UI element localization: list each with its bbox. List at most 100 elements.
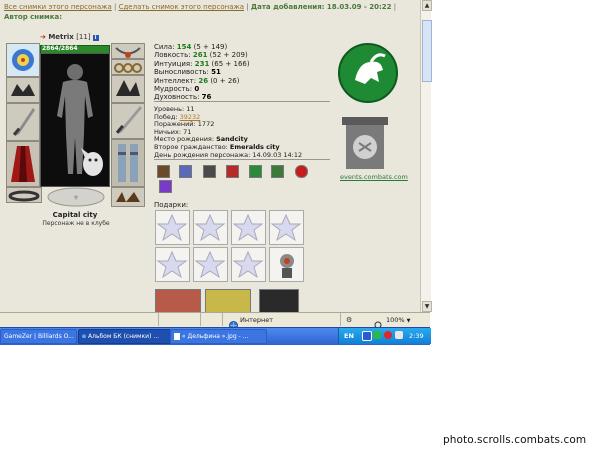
stat-value: 0 bbox=[194, 85, 200, 94]
svg-text:⚜: ⚜ bbox=[73, 194, 79, 202]
tray-icon[interactable] bbox=[373, 331, 381, 339]
city-emblem: ⚜ bbox=[46, 186, 106, 208]
helmet-slot[interactable] bbox=[6, 43, 40, 77]
ie-icon: e bbox=[82, 333, 87, 340]
header-separator: | bbox=[391, 3, 397, 11]
take-snapshot-link[interactable]: Сделать снимок этого персонажа bbox=[119, 3, 245, 11]
boots-slot[interactable] bbox=[111, 139, 145, 187]
owl-icon bbox=[81, 148, 103, 176]
taskbar-button-active[interactable]: e Альбом БК (снимки) ... bbox=[78, 329, 171, 344]
star-gift-icon bbox=[194, 213, 226, 242]
character-info: Уровень: 11 Побед: 39232 Поражений: 1772… bbox=[154, 105, 344, 159]
header-separator: | bbox=[244, 3, 251, 11]
guild-link[interactable]: events.combats.com bbox=[340, 173, 408, 181]
guild-emblem bbox=[334, 115, 396, 173]
goat-emblem-icon bbox=[338, 43, 398, 103]
gift-item[interactable] bbox=[155, 210, 190, 245]
stat-intuition: Интуиция: 231 (65 + 166) bbox=[154, 60, 334, 68]
red-arrow-icon: ➔ bbox=[40, 33, 46, 41]
star-gift-icon bbox=[156, 213, 188, 242]
statue-gift-icon bbox=[280, 254, 294, 278]
boots-icon bbox=[116, 192, 140, 202]
gift-item[interactable] bbox=[231, 210, 266, 245]
badge-icon[interactable] bbox=[157, 165, 170, 178]
sword-icon bbox=[115, 106, 142, 134]
badge-icon[interactable] bbox=[295, 165, 308, 178]
gloves-icon bbox=[11, 84, 35, 96]
security-zone: Интернет bbox=[240, 316, 274, 324]
tray-icon[interactable] bbox=[384, 331, 392, 339]
belt-slot[interactable] bbox=[6, 187, 42, 203]
tray-icon[interactable] bbox=[362, 331, 372, 341]
stat-bonus: (5 + 149) bbox=[191, 43, 228, 51]
zoom-level[interactable]: 100% ▼ bbox=[386, 316, 411, 324]
stat-label: Интуиция: bbox=[154, 59, 195, 68]
robe-icon bbox=[11, 146, 35, 182]
gift-item[interactable] bbox=[269, 210, 304, 245]
date-added: Дата добавления: 18.03.09 - 20:22 bbox=[250, 3, 392, 11]
scroll-thumb[interactable] bbox=[422, 20, 432, 82]
header-separator: | bbox=[111, 3, 119, 11]
vertical-scrollbar[interactable]: ▲ ▼ bbox=[420, 0, 432, 312]
stat-value: 51 bbox=[211, 68, 221, 77]
shield-slot[interactable] bbox=[111, 187, 145, 207]
stat-agility: Ловкость: 261 (52 + 209) bbox=[154, 51, 334, 59]
badge-icon[interactable] bbox=[203, 165, 216, 178]
taskbar-button-label: GameZer | Billiards O... bbox=[4, 333, 74, 340]
stat-label: Мудрость: bbox=[154, 85, 195, 94]
watermark: photo.scrolls.combats.com bbox=[443, 434, 587, 446]
image-file-icon bbox=[174, 333, 180, 340]
stat-label: Сила: bbox=[154, 43, 177, 51]
zoom-icon[interactable] bbox=[374, 315, 383, 330]
gifts-label: Подарки: bbox=[154, 201, 189, 209]
browser-statusbar bbox=[0, 312, 430, 327]
bracers-icon bbox=[116, 80, 140, 96]
gift-item[interactable] bbox=[155, 247, 190, 282]
amulet-slot[interactable] bbox=[111, 43, 145, 59]
gift-item[interactable] bbox=[231, 247, 266, 282]
rings-slot[interactable] bbox=[111, 59, 145, 75]
amulet-icon bbox=[115, 47, 141, 58]
banner-emblem-icon bbox=[342, 117, 388, 169]
header-links: Все снимки этого персонажа | Сделать сни… bbox=[4, 2, 404, 22]
bracers-slot[interactable] bbox=[111, 75, 145, 103]
character-name-row: ➔ Metrix [11] i bbox=[40, 33, 99, 41]
right-weapon-slot[interactable] bbox=[111, 103, 145, 139]
scroll-down-icon[interactable]: ▼ bbox=[422, 301, 432, 312]
stat-label: Выносливость: bbox=[154, 68, 212, 77]
info-icon[interactable]: i bbox=[92, 35, 99, 41]
badge-icon[interactable] bbox=[271, 165, 284, 178]
all-snapshots-link[interactable]: Все снимки этого персонажа bbox=[4, 3, 112, 11]
dagger-icon bbox=[12, 108, 35, 136]
divider bbox=[154, 101, 330, 102]
scroll-up-icon[interactable]: ▲ bbox=[422, 0, 432, 11]
armor-slot[interactable] bbox=[6, 141, 40, 187]
globe-icon bbox=[229, 315, 238, 330]
tray-icon[interactable] bbox=[395, 331, 403, 339]
badge-icon[interactable] bbox=[226, 165, 239, 178]
stat-value: 231 bbox=[194, 59, 210, 68]
info-value: 14.09.03 14:12 bbox=[252, 150, 303, 159]
language-indicator[interactable]: EN bbox=[344, 332, 354, 340]
left-weapon-slot[interactable] bbox=[6, 103, 40, 141]
taskbar-button[interactable]: GameZer | Billiards O... bbox=[0, 329, 77, 344]
badge-icon[interactable] bbox=[179, 165, 192, 178]
stat-strength: Сила: 154 (5 + 149) bbox=[154, 43, 334, 51]
clock: 2:39 bbox=[409, 332, 424, 340]
statusbar-divider bbox=[340, 313, 341, 326]
gift-item[interactable] bbox=[193, 247, 228, 282]
stat-value: 261 bbox=[192, 51, 208, 60]
gift-item[interactable] bbox=[193, 210, 228, 245]
gift-item[interactable] bbox=[269, 247, 304, 282]
statusbar-divider bbox=[158, 313, 159, 326]
protected-mode-icon[interactable]: ⚙ bbox=[346, 316, 352, 324]
chevron-down-icon: ▼ bbox=[406, 318, 411, 324]
taskbar-button[interactable]: « Дельфина ».jpg - ... bbox=[170, 329, 267, 344]
badge-icon[interactable] bbox=[159, 180, 172, 193]
star-gift-icon bbox=[156, 250, 188, 279]
badge-icon[interactable] bbox=[249, 165, 262, 178]
stat-intellect: Интеллект: 26 (0 + 26) bbox=[154, 77, 334, 85]
stat-bonus: (52 + 209) bbox=[207, 51, 248, 60]
gloves-slot[interactable] bbox=[6, 77, 40, 103]
star-gift-icon bbox=[270, 213, 302, 242]
